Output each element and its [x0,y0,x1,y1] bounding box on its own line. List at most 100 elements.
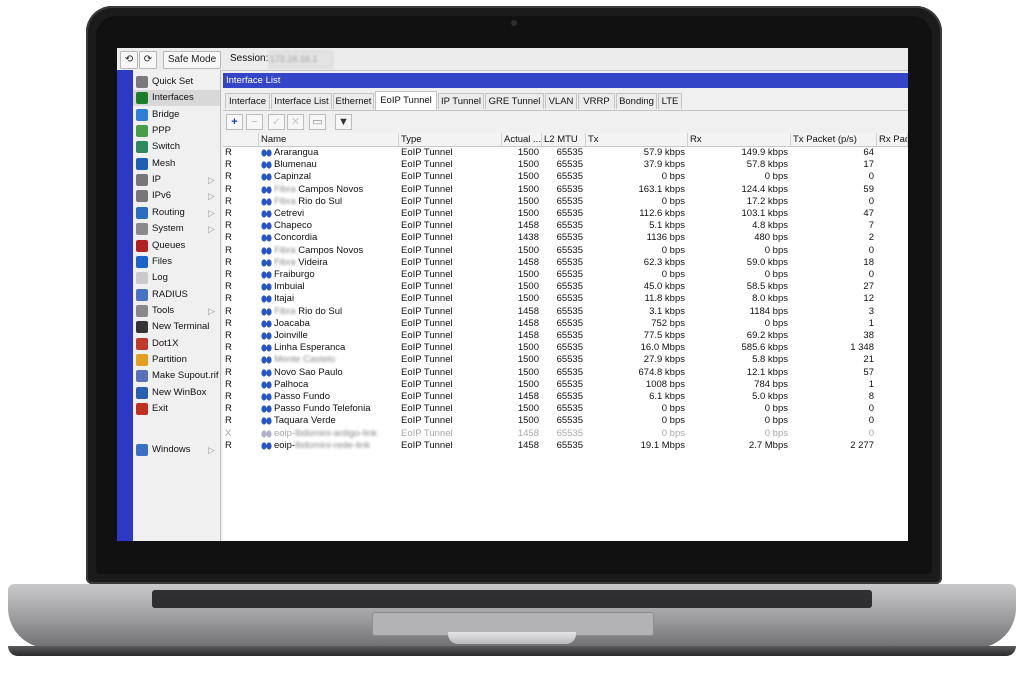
column-header-actual-[interactable]: Actual ... [502,133,542,146]
table-row[interactable]: R Fibra Rio do Sul EoIP Tunnel 1458 65535 3.1… [223,306,908,318]
table-row[interactable]: R Taquara Verde EoIP Tunnel 1500 65535 0 bps 0… [223,415,908,427]
undo-icon[interactable]: ⟲ [120,51,138,69]
menu-item-radius[interactable]: RADIUS [133,287,220,303]
row-name-redacted: Fibra [274,305,299,317]
column-header-l2-mtu[interactable]: L2 MTU [542,133,586,146]
table-row[interactable]: R Fibra Videira EoIP Tunnel 1458 65535 62.3 k… [223,257,908,269]
tab-vrrp[interactable]: VRRP [578,93,615,109]
menu-item-new-winbox[interactable]: New WinBox [133,385,220,401]
comment-icon[interactable]: ▭ [309,114,326,130]
menu-item-files[interactable]: Files [133,254,220,270]
table-row[interactable]: R Fibra Campos Novos EoIP Tunnel 1500 65535 1… [223,184,908,196]
table-row[interactable]: R Fraiburgo EoIP Tunnel 1500 65535 0 bps 0 bps… [223,269,908,281]
menu-item-interfaces[interactable]: Interfaces [133,90,220,107]
enable-icon[interactable]: ✓ [268,114,285,130]
menu-item-ip[interactable]: IP ▷ [133,172,220,188]
row-rx: 0 bps [764,269,788,280]
row-actual-mtu: 1500 [517,342,539,354]
column-header-rx[interactable]: Rx [688,133,791,146]
menu-item-switch[interactable]: Switch [133,139,220,155]
row-actual-mtu: 1500 [517,159,539,171]
menu-item-make-supout-rif[interactable]: Make Supout.rif [133,368,220,384]
row-actual-mtu: 1438 [517,232,539,244]
tab-interface-list[interactable]: Interface List [271,93,332,109]
menu-item-label: Quick Set [152,76,194,87]
row-name: Itajai [274,293,398,305]
row-actual-mtu: 1500 [517,269,539,280]
column-header-rx-pac[interactable]: Rx Pac [877,133,908,146]
table-row[interactable]: R Linha Esperanca EoIP Tunnel 1500 65535 16.0… [223,342,908,354]
menu-item-tools[interactable]: Tools ▷ [133,303,220,319]
tab-interface[interactable]: Interface [225,93,270,109]
table-row[interactable]: R Ararangua EoIP Tunnel 1500 65535 57.9 kbps 1… [223,147,908,159]
menu-item-windows[interactable]: Windows ▷ [133,442,220,458]
menu-item-quick-set[interactable]: Quick Set [133,74,220,90]
row-actual-mtu: 1500 [517,281,539,293]
table-row[interactable]: Reoip-lbdomini-rede-link EoIP Tunnel 1458 6… [223,440,908,452]
menu-item-ppp[interactable]: PPP [133,123,220,139]
table-row[interactable]: R Palhoca EoIP Tunnel 1500 65535 1008 bps 784 … [223,379,908,391]
row-flag: R [225,171,232,183]
row-l2-mtu: 65535 [556,415,583,427]
supout-icon [136,370,148,383]
add-icon[interactable]: + [226,114,243,130]
menu-item-routing[interactable]: Routing ▷ [133,205,220,221]
row-flag: R [225,366,232,378]
menu-item-bridge[interactable]: Bridge [133,107,220,123]
menu-item-system[interactable]: System ▷ [133,221,220,237]
tunnel-icon [261,405,272,413]
menu-item-log[interactable]: Log [133,270,220,286]
column-header-tx[interactable]: Tx [586,133,688,146]
row-flag: R [225,183,232,195]
tab-lte[interactable]: LTE [658,93,682,109]
table-row[interactable]: R Passo Fundo EoIP Tunnel 1458 65535 6.1 kbps… [223,391,908,403]
menu-item-mesh[interactable]: Mesh [133,156,220,172]
tunnel-icon [261,442,272,450]
system-icon [136,223,148,236]
table-row[interactable]: R Capinzal EoIP Tunnel 1500 65535 0 bps 0 bps 0 [223,171,908,183]
row-flag: R [225,195,232,207]
menu-item-queues[interactable]: Queues [133,238,220,254]
table-row[interactable]: R Fibra Campos Novos EoIP Tunnel 1500 65535 0… [223,245,908,257]
table-row[interactable]: R Concordia EoIP Tunnel 1438 65535 1136 bps 48… [223,232,908,244]
menu-item-new-terminal[interactable]: New Terminal [133,319,220,335]
safe-mode-button[interactable]: Safe Mode [163,51,221,69]
table-row[interactable]: R Itajai EoIP Tunnel 1500 65535 11.8 kbps 8.0 … [223,293,908,305]
row-type: EoIP Tunnel [401,342,453,354]
row-tx-packet: 21 [863,354,874,366]
row-rx: 5.8 kbps [752,354,788,366]
table-row[interactable]: R Fibra Rio do Sul EoIP Tunnel 1500 65535 0 b… [223,196,908,208]
table-row[interactable]: R Joinville EoIP Tunnel 1458 65535 77.5 kbps 6… [223,330,908,342]
menu-item-partition[interactable]: Partition [133,352,220,368]
tab-bonding[interactable]: Bonding [616,93,657,109]
table-row[interactable]: R Joacaba EoIP Tunnel 1458 65535 752 bps 0 bps… [223,318,908,330]
column-header-type[interactable]: Type [399,133,502,146]
row-name-text: Blumenau [274,159,317,171]
row-l2-mtu: 65535 [556,159,583,171]
window-title[interactable]: Interface List [223,73,908,88]
menu-item-ipv6[interactable]: IPv6 ▷ [133,188,220,204]
menu-item-dot1x[interactable]: Dot1X [133,336,220,352]
menu-item-exit[interactable]: Exit [133,401,220,417]
table-row[interactable]: R Imbuial EoIP Tunnel 1500 65535 45.0 kbps 58.… [223,281,908,293]
column-header-name[interactable]: Name [259,133,399,146]
tab-ip-tunnel[interactable]: IP Tunnel [438,93,484,109]
tab-vlan[interactable]: VLAN [545,93,577,109]
table-row[interactable]: R Chapeco EoIP Tunnel 1458 65535 5.1 kbps 4.8 … [223,220,908,232]
filter-icon[interactable]: ▼ [335,114,352,130]
table-row[interactable]: R Blumenau EoIP Tunnel 1500 65535 37.9 kbps 57… [223,159,908,171]
redo-icon[interactable]: ⟳ [139,51,157,69]
tab-eoip-tunnel[interactable]: EoIP Tunnel [375,91,437,110]
table-row[interactable]: Xeoip-lbdomini-antigo-link EoIP Tunnel 145… [223,428,908,440]
remove-icon[interactable]: − [246,114,263,130]
tunnel-icon [261,283,272,291]
tab-gre-tunnel[interactable]: GRE Tunnel [485,93,544,109]
disable-icon[interactable]: ✕ [287,114,304,130]
table-row[interactable]: R Monte Castelo EoIP Tunnel 1500 65535 27.9 … [223,354,908,366]
table-row[interactable]: R Passo Fundo Telefonia EoIP Tunnel 1500 655… [223,403,908,415]
table-row[interactable]: R Cetrevi EoIP Tunnel 1500 65535 112.6 kbps 10… [223,208,908,220]
column-header-tx-packet-p-s-[interactable]: Tx Packet (p/s) [791,133,877,146]
table-row[interactable]: R Novo Sao Paulo EoIP Tunnel 1500 65535 674.8… [223,367,908,379]
tab-ethernet[interactable]: Ethernet [333,93,374,109]
chevron-right-icon: ▷ [208,224,215,235]
